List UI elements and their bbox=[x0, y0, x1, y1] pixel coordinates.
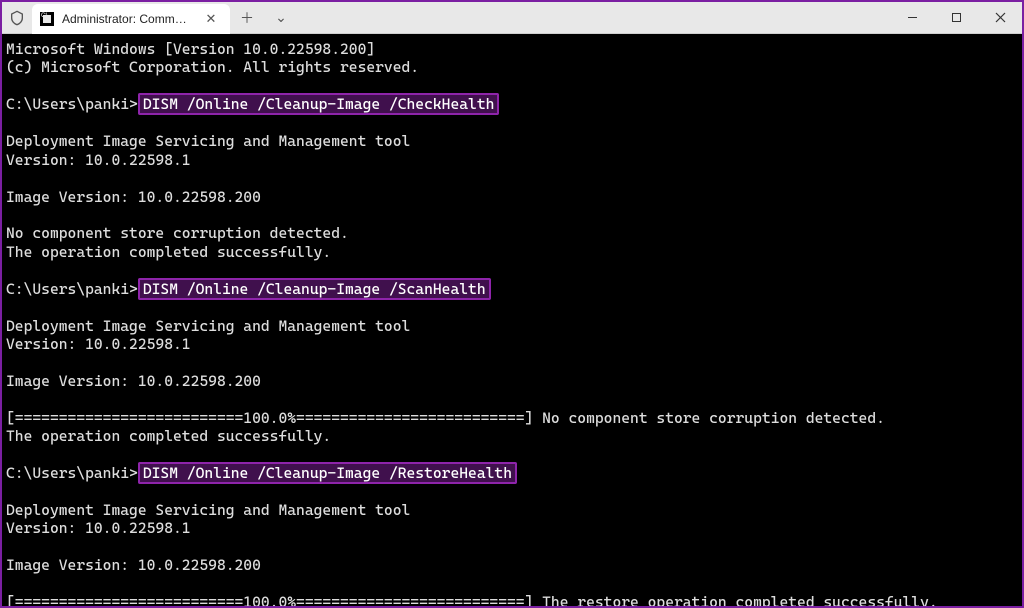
blank-line bbox=[6, 575, 1018, 593]
progress-line: [==========================100.0%=======… bbox=[6, 593, 1018, 606]
progress-line: [==========================100.0%=======… bbox=[6, 409, 1018, 427]
prompt: C:\Users\panki> bbox=[6, 464, 138, 482]
blank-line bbox=[6, 353, 1018, 371]
blank-line bbox=[6, 114, 1018, 132]
text-line: No component store corruption detected. bbox=[6, 224, 1018, 242]
terminal-output[interactable]: Microsoft Windows [Version 10.0.22598.20… bbox=[2, 34, 1022, 606]
blank-line bbox=[6, 169, 1018, 187]
blank-line bbox=[6, 538, 1018, 556]
text-line: Deployment Image Servicing and Managemen… bbox=[6, 132, 1018, 150]
tab-dropdown-button[interactable]: ⌄ bbox=[264, 3, 298, 33]
text-line: Version: 10.0.22598.1 bbox=[6, 519, 1018, 537]
prompt: C:\Users\panki> bbox=[6, 280, 138, 298]
progress-status: No component store corruption detected. bbox=[542, 409, 885, 427]
prompt: C:\Users\panki> bbox=[6, 95, 138, 113]
cmd-icon bbox=[40, 12, 54, 26]
blank-line bbox=[6, 261, 1018, 279]
blank-line bbox=[6, 298, 1018, 316]
app-shield-icon bbox=[2, 2, 32, 33]
prompt-line: C:\Users\panki>DISM /Online /Cleanup-Ima… bbox=[6, 464, 1018, 482]
text-line: Deployment Image Servicing and Managemen… bbox=[6, 317, 1018, 335]
blank-line bbox=[6, 483, 1018, 501]
highlighted-command: DISM /Online /Cleanup-Image /ScanHealth bbox=[138, 278, 491, 300]
text-line: Version: 10.0.22598.1 bbox=[6, 151, 1018, 169]
highlighted-command: DISM /Online /Cleanup-Image /CheckHealth bbox=[138, 93, 500, 115]
blank-line bbox=[6, 206, 1018, 224]
tab-close-button[interactable]: ✕ bbox=[202, 10, 220, 28]
tab-actions: ＋ ⌄ bbox=[230, 2, 298, 33]
text-line: Version: 10.0.22598.1 bbox=[6, 335, 1018, 353]
prompt-line: C:\Users\panki>DISM /Online /Cleanup-Ima… bbox=[6, 95, 1018, 113]
text-line: The operation completed successfully. bbox=[6, 427, 1018, 445]
window-controls bbox=[890, 2, 1022, 33]
titlebar[interactable]: Administrator: Command Prom ✕ ＋ ⌄ bbox=[2, 2, 1022, 34]
prompt-line: C:\Users\panki>DISM /Online /Cleanup-Ima… bbox=[6, 280, 1018, 298]
highlighted-command: DISM /Online /Cleanup-Image /RestoreHeal… bbox=[138, 462, 517, 484]
text-line: Image Version: 10.0.22598.200 bbox=[6, 556, 1018, 574]
window-frame: Administrator: Command Prom ✕ ＋ ⌄ Micros… bbox=[0, 0, 1024, 608]
minimize-button[interactable] bbox=[890, 2, 934, 33]
close-button[interactable] bbox=[978, 2, 1022, 33]
text-line: Image Version: 10.0.22598.200 bbox=[6, 372, 1018, 390]
new-tab-button[interactable]: ＋ bbox=[230, 3, 264, 33]
progress-bar: [==========================100.0%=======… bbox=[6, 593, 542, 606]
text-line: Deployment Image Servicing and Managemen… bbox=[6, 501, 1018, 519]
text-line: The operation completed successfully. bbox=[6, 243, 1018, 261]
progress-bar: [==========================100.0%=======… bbox=[6, 409, 542, 427]
text-line: Microsoft Windows [Version 10.0.22598.20… bbox=[6, 40, 1018, 58]
text-line: (c) Microsoft Corporation. All rights re… bbox=[6, 58, 1018, 76]
blank-line bbox=[6, 390, 1018, 408]
progress-status: The restore operation completed successf… bbox=[542, 593, 938, 606]
text-line: Image Version: 10.0.22598.200 bbox=[6, 188, 1018, 206]
tab-title: Administrator: Command Prom bbox=[62, 12, 192, 26]
tab-cmd[interactable]: Administrator: Command Prom ✕ bbox=[32, 4, 230, 34]
maximize-button[interactable] bbox=[934, 2, 978, 33]
